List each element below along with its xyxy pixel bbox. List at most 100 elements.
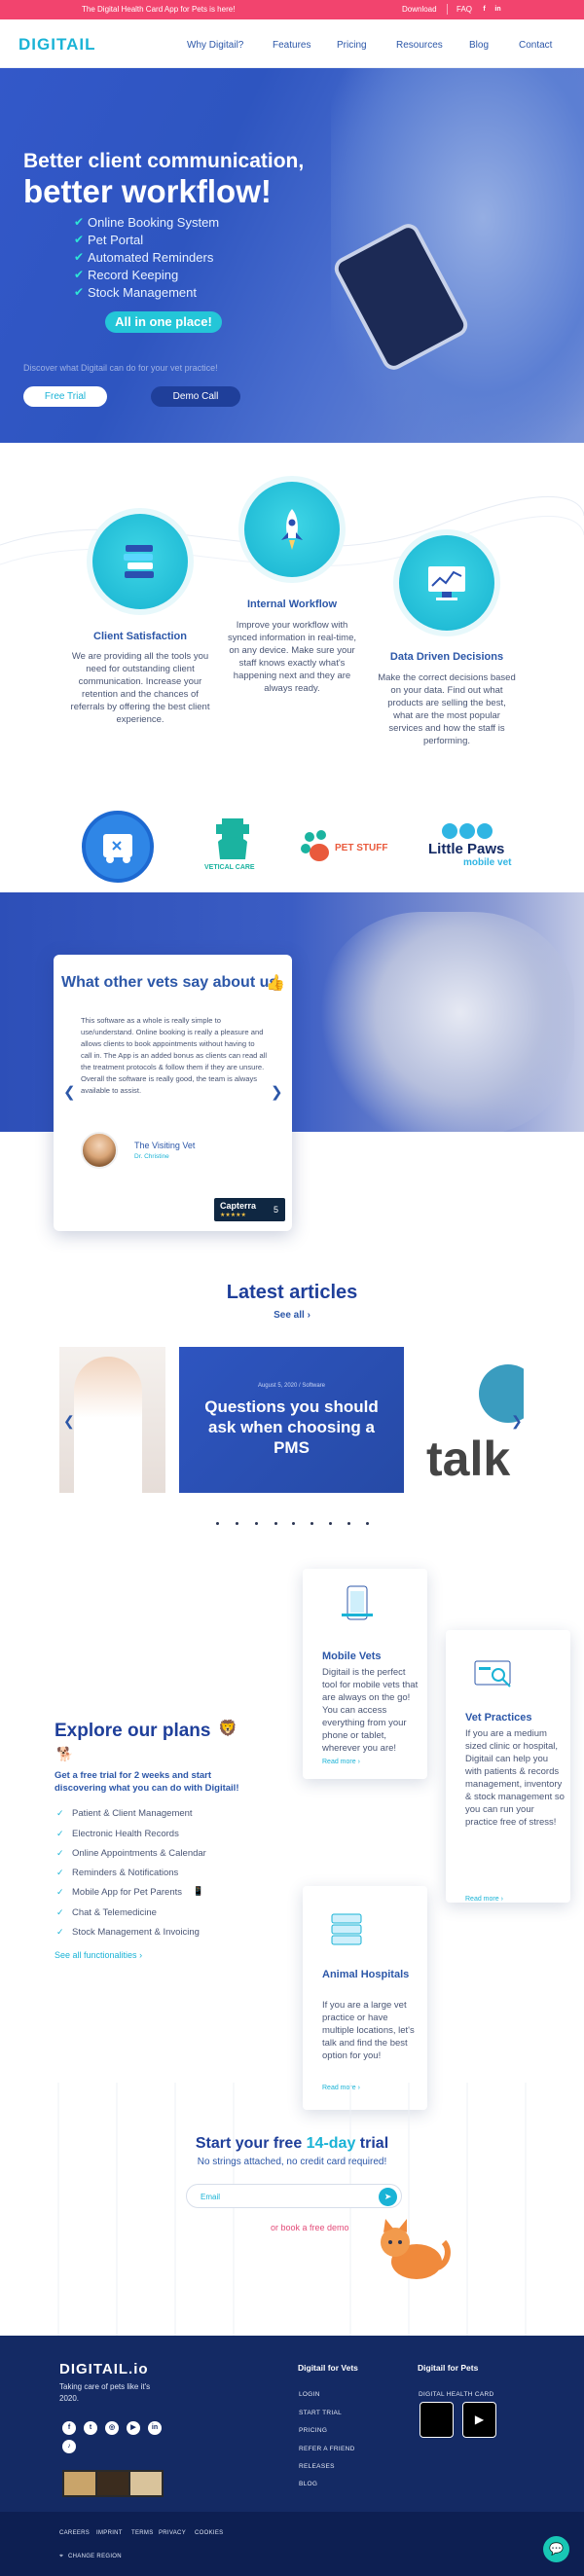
capterra-label: Capterra (220, 1201, 257, 1211)
feature-circle-workflow (244, 482, 340, 577)
article-card-right[interactable]: talk ❯ (419, 1347, 524, 1493)
trial-title-days: 14-day (306, 2135, 356, 2152)
nav-features[interactable]: Features (273, 40, 310, 51)
check-icon: ✔ (74, 250, 85, 264)
phone-icon (342, 1585, 373, 1620)
plan-card-mobile-vets[interactable]: Mobile Vets Digitail is the perfect tool… (303, 1569, 427, 1779)
footer-link-releases[interactable]: RELEASES (299, 2463, 335, 2470)
footer-link-pricing[interactable]: PRICING (299, 2427, 327, 2434)
facebook-icon[interactable]: f (62, 2421, 76, 2435)
location-pin-icon: ⌖ (59, 2553, 63, 2559)
footer-vets-heading: Digitail for Vets (298, 2363, 358, 2373)
nav-contact[interactable]: Contact (519, 40, 552, 51)
carousel-dot[interactable] (292, 1522, 295, 1525)
plan-body: If you are a medium sized clinic or hosp… (465, 1728, 565, 1828)
google-play-badge[interactable]: ▶ (462, 2402, 496, 2438)
hero-feature: Record Keeping (88, 268, 179, 282)
free-trial-button[interactable]: Free Trial (23, 386, 107, 407)
footer-link-blog[interactable]: BLOG (299, 2481, 317, 2487)
plan-title: Vet Practices (465, 1712, 532, 1723)
article-meta: August 5, 2020 / Software (257, 1383, 326, 1389)
article-title[interactable]: Questions you should ask when choosing a… (189, 1397, 394, 1458)
check-icon: ✓ (56, 1868, 64, 1877)
footer-link-cookies[interactable]: COOKIES (195, 2530, 223, 2536)
mobile-vet-van-logo (82, 811, 154, 883)
carousel-dot[interactable] (329, 1522, 332, 1525)
doctor-image (74, 1357, 142, 1493)
logo[interactable]: DIGITAIL (18, 35, 95, 54)
carousel-dot[interactable] (366, 1522, 369, 1525)
announcement-text[interactable]: The Digital Health Card App for Pets is … (82, 5, 235, 14)
carousel-dot[interactable] (255, 1522, 258, 1525)
check-icon: ✔ (74, 233, 85, 246)
avatar (81, 1132, 118, 1169)
read-more-link[interactable]: Read more › (465, 1896, 503, 1903)
nav-why-digitail[interactable]: Why Digitail? (187, 40, 243, 51)
youtube-icon[interactable]: ▶ (127, 2421, 140, 2435)
chart-monitor-icon (428, 566, 465, 600)
check-icon: ✓ (56, 1829, 64, 1838)
article-card-featured[interactable]: August 5, 2020 / Software Questions you … (179, 1347, 404, 1493)
nav-pricing[interactable]: Pricing (337, 40, 367, 51)
see-all-label: See all (274, 1310, 305, 1321)
chevron-right-icon[interactable]: ❯ (271, 1083, 283, 1101)
plan-card-animal-hospitals[interactable]: Animal Hospitals If you are a large vet … (303, 1886, 427, 2110)
instagram-icon[interactable]: ◎ (105, 2421, 119, 2435)
twitter-icon[interactable]: t (84, 2421, 97, 2435)
app-store-badge[interactable] (420, 2402, 454, 2438)
read-more-link[interactable]: Read more › (322, 1759, 360, 1765)
nav-blog[interactable]: Blog (469, 40, 489, 51)
article-card-left[interactable]: ❮ (59, 1347, 165, 1493)
chevron-left-icon[interactable]: ❮ (63, 1083, 76, 1101)
footer-link-imprint[interactable]: IMPRINT (96, 2530, 123, 2536)
footer-link-refer[interactable]: REFER A FRIEND (299, 2446, 355, 2452)
check-icon: ✓ (56, 1907, 64, 1917)
demo-call-button[interactable]: Demo Call (151, 386, 240, 407)
monitor-search-icon (474, 1660, 511, 1687)
carousel-dot[interactable] (236, 1522, 238, 1525)
send-arrow-icon[interactable]: ➤ (379, 2188, 397, 2206)
server-icon (331, 1913, 362, 1945)
chevron-right-icon[interactable]: ❯ (511, 1413, 523, 1430)
faq-link[interactable]: FAQ (456, 5, 472, 14)
nav-resources[interactable]: Resources (396, 40, 443, 51)
book-demo-link[interactable]: or book a free demo (271, 2223, 349, 2232)
facebook-icon[interactable]: f (480, 5, 489, 14)
carousel-dot[interactable] (347, 1522, 350, 1525)
talk-logo-text: talk (426, 1432, 511, 1486)
chevron-left-icon[interactable]: ❮ (63, 1413, 75, 1430)
see-all-articles-link[interactable]: See all › (0, 1310, 584, 1321)
capterra-badge[interactable]: Capterra ★★★★★ 5 (214, 1198, 285, 1221)
footer-link-health-card[interactable]: DIGITAL HEALTH CARD (419, 2391, 493, 2398)
footer-link-terms[interactable]: TERMS (131, 2530, 154, 2536)
trial-title-part: trial (355, 2135, 389, 2152)
download-link[interactable]: Download (402, 5, 437, 14)
all-in-one-badge: All in one place! (105, 311, 222, 333)
carousel-dot[interactable] (274, 1522, 277, 1525)
carousel-dot[interactable] (216, 1522, 219, 1525)
lion-emoji-icon: 🦁 (218, 1721, 237, 1737)
hero-caption-1: Better client communication, (23, 150, 305, 172)
testimonial-role: Dr. Christine (134, 1153, 169, 1160)
testimonial-card: What other vets say about us 👍 This soft… (54, 955, 292, 1231)
footer-link-start-trial[interactable]: START TRIAL (299, 2410, 342, 2416)
change-region-link[interactable]: CHANGE REGION (68, 2554, 122, 2559)
email-field-wrapper: ➤ (186, 2184, 402, 2208)
see-all-functionalities-link[interactable]: See all functionalities › (55, 1950, 142, 1960)
plan-card-vet-practices[interactable]: Vet Practices If you are a medium sized … (446, 1630, 570, 1903)
plan-feature-item: Online Appointments & Calendar (72, 1848, 206, 1859)
check-icon: ✔ (74, 285, 85, 299)
footer-logo[interactable]: DIGITAIL.io (59, 2361, 149, 2377)
books-icon (124, 545, 154, 578)
articles-title: Latest articles (226, 1282, 358, 1303)
footer-link-login[interactable]: LOGIN (299, 2391, 320, 2398)
hero-caption-2: better workflow! (23, 173, 272, 209)
carousel-dot[interactable] (310, 1522, 313, 1525)
linkedin-icon[interactable]: in (148, 2421, 162, 2435)
chat-bubble-icon[interactable]: 💬 (543, 2536, 569, 2562)
footer-link-privacy[interactable]: PRIVACY (159, 2530, 186, 2536)
footer-link-careers[interactable]: CAREERS (59, 2530, 90, 2536)
tiktok-icon[interactable]: ♪ (62, 2440, 76, 2453)
linkedin-icon[interactable]: in (493, 5, 502, 14)
email-field[interactable] (201, 2191, 366, 2203)
